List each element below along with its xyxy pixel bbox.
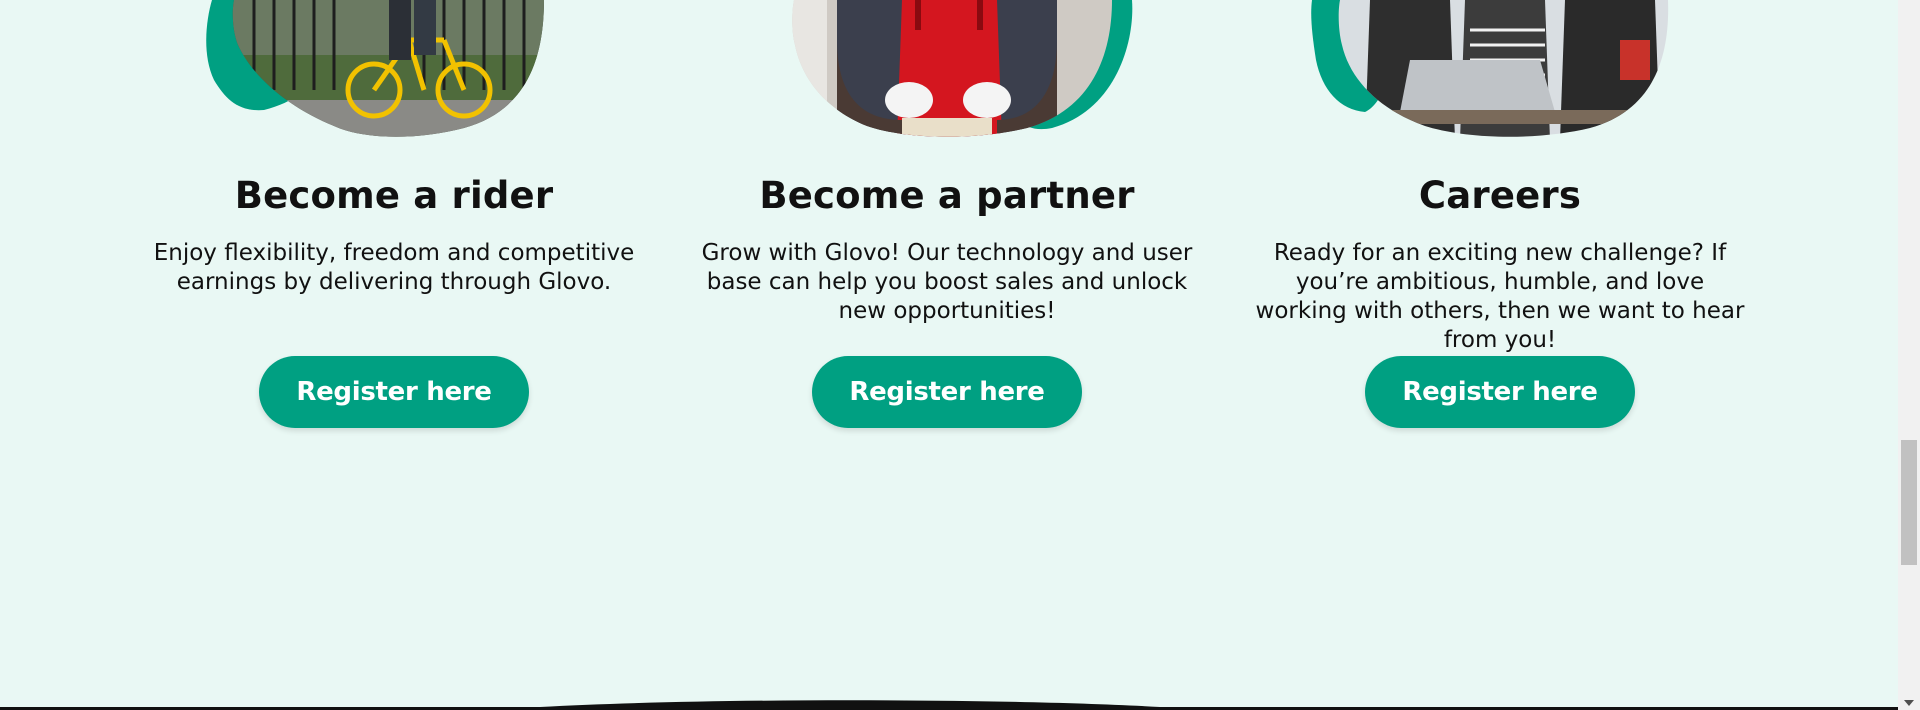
page: Become a rider Enjoy flexibility, freedo… bbox=[0, 0, 1898, 710]
rider-button-row: Register here bbox=[134, 356, 654, 428]
scrollbar-thumb[interactable] bbox=[1901, 440, 1917, 565]
rider-photo-icon bbox=[206, 0, 545, 137]
rider-card: Become a rider Enjoy flexibility, freedo… bbox=[134, 0, 654, 428]
vertical-scrollbar[interactable] bbox=[1898, 0, 1920, 710]
rider-description: Enjoy flexibility, freedom and competiti… bbox=[153, 239, 635, 295]
footer-curve-edge bbox=[0, 700, 1898, 710]
partner-register-button[interactable]: Register here bbox=[812, 356, 1082, 428]
careers-title: Careers bbox=[1418, 174, 1582, 217]
careers-description: Ready for an exciting new challenge? If … bbox=[1255, 239, 1745, 353]
careers-register-button[interactable]: Register here bbox=[1365, 356, 1635, 428]
partner-button-row: Register here bbox=[687, 356, 1207, 428]
careers-image bbox=[1240, 0, 1760, 140]
rider-title: Become a rider bbox=[234, 174, 554, 217]
partner-image bbox=[687, 0, 1207, 140]
careers-button-row: Register here bbox=[1240, 356, 1760, 428]
careers-photo-icon bbox=[1311, 0, 1669, 137]
partner-title: Become a partner bbox=[759, 174, 1135, 217]
rider-register-button[interactable]: Register here bbox=[259, 356, 529, 428]
careers-card: Careers Ready for an exciting new challe… bbox=[1240, 0, 1760, 428]
rider-image bbox=[134, 0, 654, 140]
partner-photo-icon bbox=[792, 0, 1133, 137]
scroll-down-arrow-icon[interactable] bbox=[1904, 700, 1914, 706]
partner-description: Grow with Glovo! Our technology and user… bbox=[701, 239, 1193, 324]
partner-card: Become a partner Grow with Glovo! Our te… bbox=[687, 0, 1207, 428]
signup-cards-section: Become a rider Enjoy flexibility, freedo… bbox=[0, 0, 1898, 470]
